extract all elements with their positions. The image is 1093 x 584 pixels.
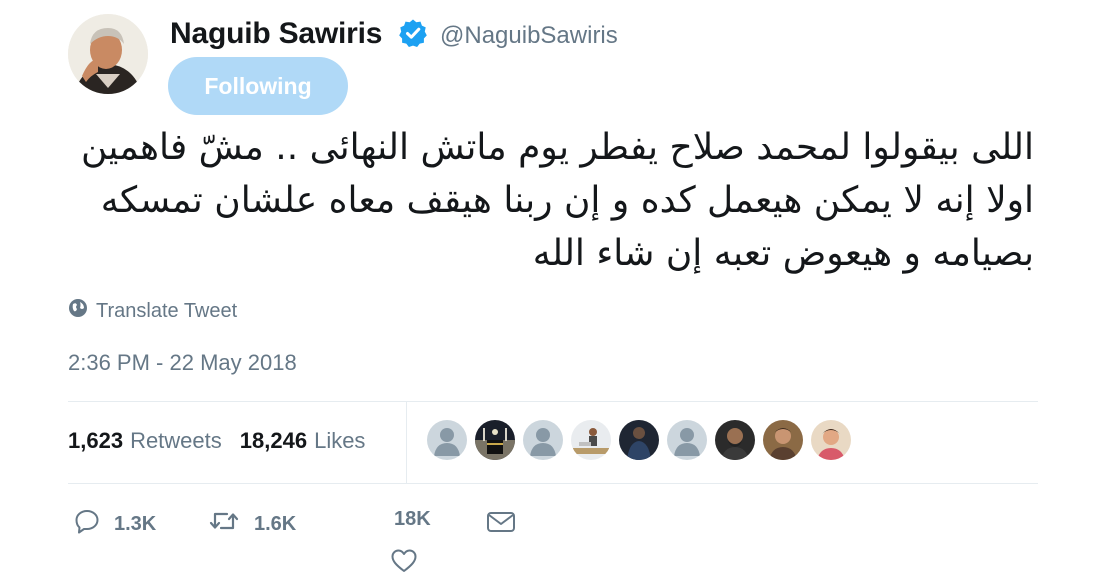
likes-label: Likes bbox=[314, 428, 366, 453]
liker-avatar[interactable] bbox=[619, 420, 659, 460]
translate-label: Translate Tweet bbox=[96, 299, 238, 322]
stats-top-divider bbox=[68, 401, 1038, 402]
liker-avatar[interactable] bbox=[715, 420, 755, 460]
heart-icon bbox=[390, 549, 418, 578]
direct-message-button[interactable] bbox=[486, 510, 516, 539]
reply-count: 1.3K bbox=[114, 512, 157, 535]
likes-count: 18,246 bbox=[239, 428, 308, 453]
liker-avatar[interactable] bbox=[811, 420, 851, 460]
author-handle[interactable]: @NaguibSawiris bbox=[440, 22, 618, 50]
retweets-count: 1,623 bbox=[68, 428, 124, 453]
liker-avatar[interactable] bbox=[475, 420, 515, 460]
liker-avatars bbox=[427, 420, 851, 460]
like-button[interactable] bbox=[390, 548, 418, 579]
tweet-timestamp[interactable]: 2:36 PM - 22 May 2018 bbox=[68, 350, 297, 376]
reply-icon bbox=[74, 508, 100, 540]
retweets-stat[interactable]: 1,623 Retweets bbox=[68, 428, 222, 454]
liker-avatar[interactable] bbox=[523, 420, 563, 460]
envelope-icon bbox=[486, 512, 516, 538]
liker-avatar[interactable] bbox=[571, 420, 611, 460]
retweet-icon bbox=[208, 508, 240, 540]
verified-badge-icon bbox=[398, 18, 428, 48]
liker-avatar[interactable] bbox=[427, 420, 467, 460]
reply-button[interactable]: 1.3K bbox=[74, 508, 156, 540]
stats-vertical-divider bbox=[406, 402, 407, 483]
liker-avatar[interactable] bbox=[667, 420, 707, 460]
globe-icon bbox=[68, 298, 88, 324]
like-count: 18K bbox=[394, 508, 431, 530]
author-name[interactable]: Naguib Sawiris bbox=[170, 17, 382, 51]
retweet-button[interactable]: 1.6K bbox=[208, 508, 296, 540]
like-count-label: 18K bbox=[394, 508, 431, 531]
liker-avatar[interactable] bbox=[763, 420, 803, 460]
retweet-count: 1.6K bbox=[254, 512, 297, 535]
following-button[interactable]: Following bbox=[168, 57, 348, 115]
tweet-text: اللى بيقولوا لمحمد صلاح يفطر يوم ماتش ال… bbox=[80, 127, 1034, 274]
stats-bottom-divider bbox=[68, 483, 1038, 484]
translate-tweet-link[interactable]: Translate Tweet bbox=[68, 298, 237, 324]
likes-stat[interactable]: 18,246 Likes bbox=[240, 428, 366, 454]
retweets-label: Retweets bbox=[130, 428, 222, 453]
author-avatar[interactable] bbox=[68, 14, 148, 94]
tweet-stats: 1,623 Retweets 18,246 Likes bbox=[68, 428, 365, 454]
